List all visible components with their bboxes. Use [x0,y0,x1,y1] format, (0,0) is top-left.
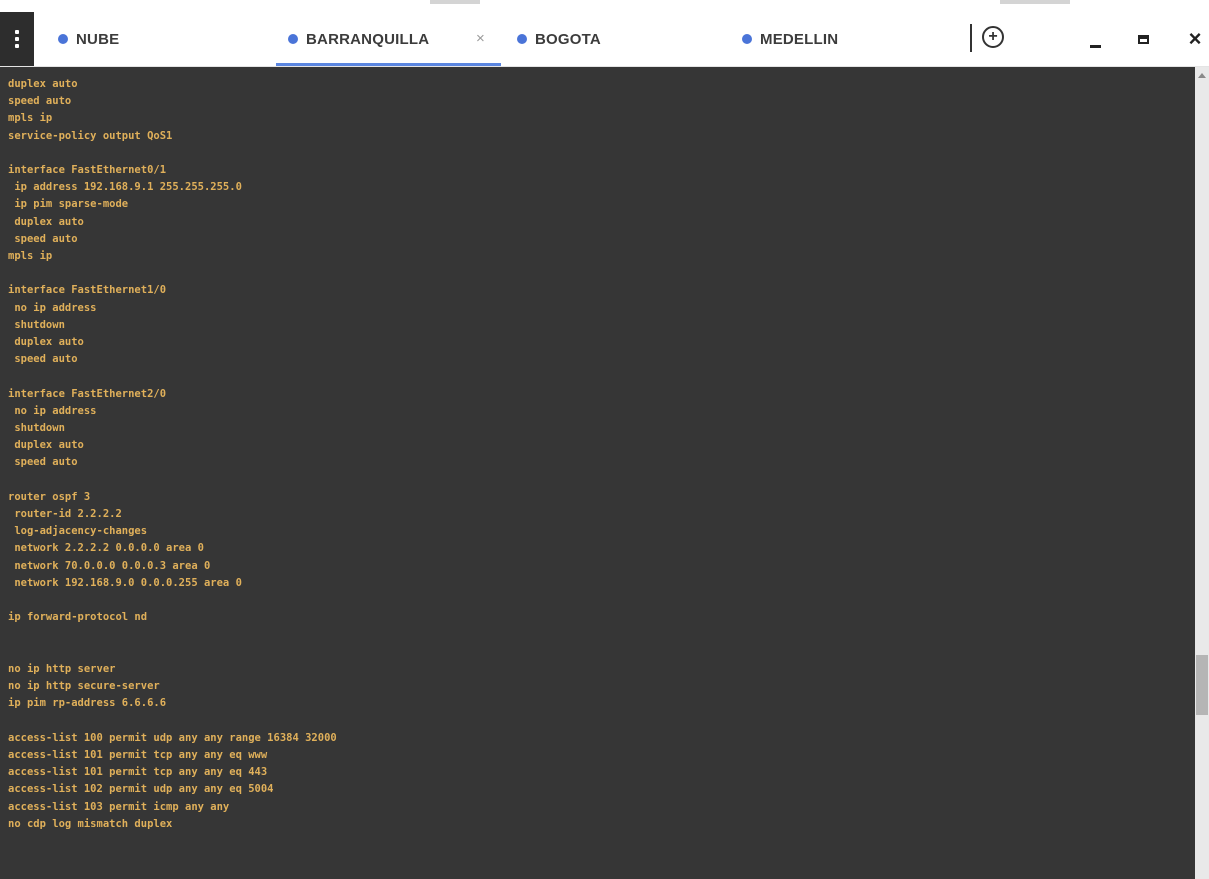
terminal-line: access-list 101 permit tcp any any eq 44… [8,766,268,779]
tab-close-icon[interactable]: × [476,30,485,47]
terminal-line: router ospf 3 [8,490,91,503]
maximize-icon [1137,34,1149,44]
tab-label: NUBE [76,30,120,48]
partial-text [430,0,480,4]
close-window-button[interactable]: × [1180,24,1209,54]
terminal-output[interactable]: duplex auto speed auto mpls ip service-p… [0,67,1195,879]
tab-barranquilla[interactable]: BARRANQUILLA × [276,12,501,66]
minimize-icon [1089,44,1101,48]
terminal-line: no ip address [8,404,97,417]
partial-text [1000,0,1070,4]
terminal-line: network 2.2.2.2 0.0.0.0 area 0 [8,542,204,555]
add-tab-icon[interactable]: + [982,26,1004,48]
menu-button[interactable] [0,12,34,66]
terminal-line: log-adjacency-changes [8,525,148,538]
kebab-menu-icon [15,30,19,48]
tab-label: MEDELLIN [760,30,839,48]
terminal-line: duplex auto [8,439,84,452]
maximize-button[interactable] [1128,24,1158,54]
status-dot-icon [58,34,68,44]
tab-bogota[interactable]: BOGOTA [517,12,727,66]
terminal-line: access-list 101 permit tcp any any eq ww… [8,748,268,761]
tab-label: BARRANQUILLA [306,30,430,48]
terminal-line: interface FastEthernet0/1 [8,164,167,177]
terminal-line: duplex auto [8,78,78,90]
top-strip [0,0,1209,12]
vertical-scrollbar[interactable] [1195,67,1209,879]
terminal-line: speed auto [8,353,78,366]
terminal-line: interface FastEthernet1/0 [8,284,167,297]
terminal-line: duplex auto [8,215,84,228]
terminal-line: router-id 2.2.2.2 [8,508,122,521]
terminal-line: speed auto [8,232,78,245]
terminal-line: mpls ip [8,250,53,263]
terminal-line: ip forward-protocol nd [8,611,148,624]
status-dot-icon [517,34,527,44]
status-dot-icon [288,34,298,44]
status-dot-icon [742,34,752,44]
tab-bar: NUBE BARRANQUILLA × BOGOTA MEDELLIN + × [0,12,1209,67]
terminal-text: duplex auto speed auto mpls ip service-p… [0,67,1195,833]
tab-label: BOGOTA [535,30,601,48]
terminal-line: ip address 192.168.9.1 255.255.255.0 [8,181,242,194]
terminal-line: service-policy output QoS1 [8,129,173,142]
terminal-line: shutdown [8,422,65,435]
terminal-line: network 70.0.0.0 0.0.0.3 area 0 [8,559,211,572]
terminal-line: no ip http server [8,662,116,675]
terminal-line: access-list 102 permit udp any any eq 50… [8,783,274,796]
minimize-button[interactable] [1080,24,1110,54]
scroll-up-icon[interactable] [1198,73,1206,78]
terminal-line: no cdp log mismatch duplex [8,817,173,830]
tab-medellin[interactable]: MEDELLIN [742,12,952,66]
terminal-line: duplex auto [8,336,84,349]
terminal-line: network 192.168.9.0 0.0.0.255 area 0 [8,576,242,589]
terminal-line: ip pim rp-address 6.6.6.6 [8,697,167,710]
terminal-line: speed auto [8,456,78,469]
terminal-line: interface FastEthernet2/0 [8,387,167,400]
terminal-line: no ip address [8,301,97,314]
terminal-line: no ip http secure-server [8,680,160,693]
terminal-line: ip pim sparse-mode [8,198,129,211]
tab-separator [970,24,972,52]
terminal-line: shutdown [8,318,65,331]
tab-nube[interactable]: NUBE [58,12,268,66]
terminal-line: access-list 103 permit icmp any any [8,800,230,813]
terminal-line: mpls ip [8,112,53,125]
scrollbar-thumb[interactable] [1196,655,1208,715]
terminal-line: speed auto [8,95,72,108]
terminal-line: access-list 100 permit udp any any range… [8,731,337,744]
